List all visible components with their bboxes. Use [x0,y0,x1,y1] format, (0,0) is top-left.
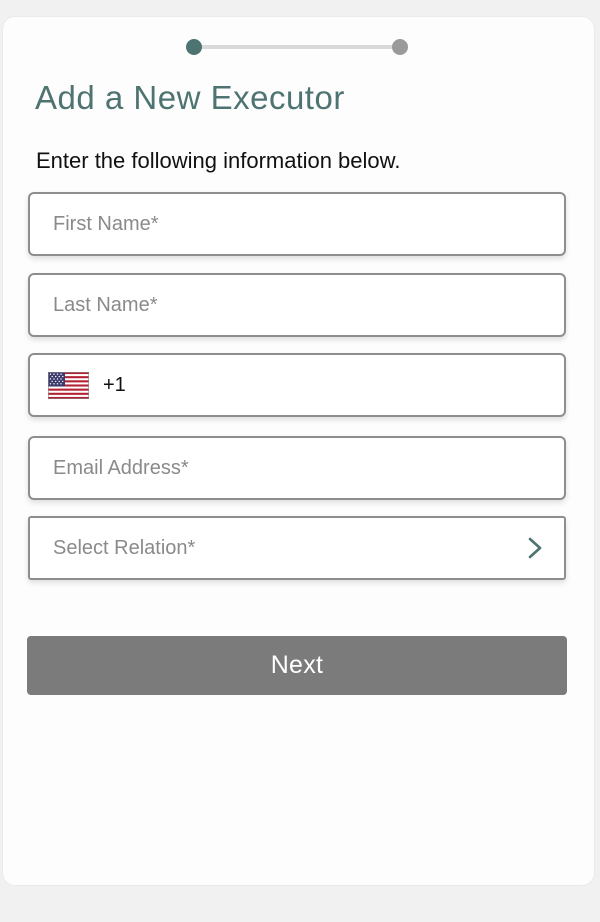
relation-select[interactable]: Select Relation* [28,516,566,580]
relation-placeholder: Select Relation* [53,536,196,559]
phone-field[interactable]: +1 [28,353,566,417]
first-name-placeholder: First Name* [53,212,159,235]
us-flag-icon[interactable] [48,371,89,399]
form-instructions: Enter the following information below. [36,148,401,173]
email-placeholder: Email Address* [53,456,189,479]
last-name-placeholder: Last Name* [53,293,158,316]
stepper-track [194,45,400,49]
phone-country-code: +1 [103,373,126,396]
page-title: Add a New Executor [35,79,345,116]
step-1-dot [186,39,202,55]
step-2-dot [392,39,408,55]
next-button[interactable]: Next [27,636,567,695]
progress-stepper [186,39,408,55]
chevron-right-icon [528,537,542,559]
first-name-field[interactable]: First Name* [28,192,566,256]
email-field[interactable]: Email Address* [28,436,566,500]
last-name-field[interactable]: Last Name* [28,273,566,337]
